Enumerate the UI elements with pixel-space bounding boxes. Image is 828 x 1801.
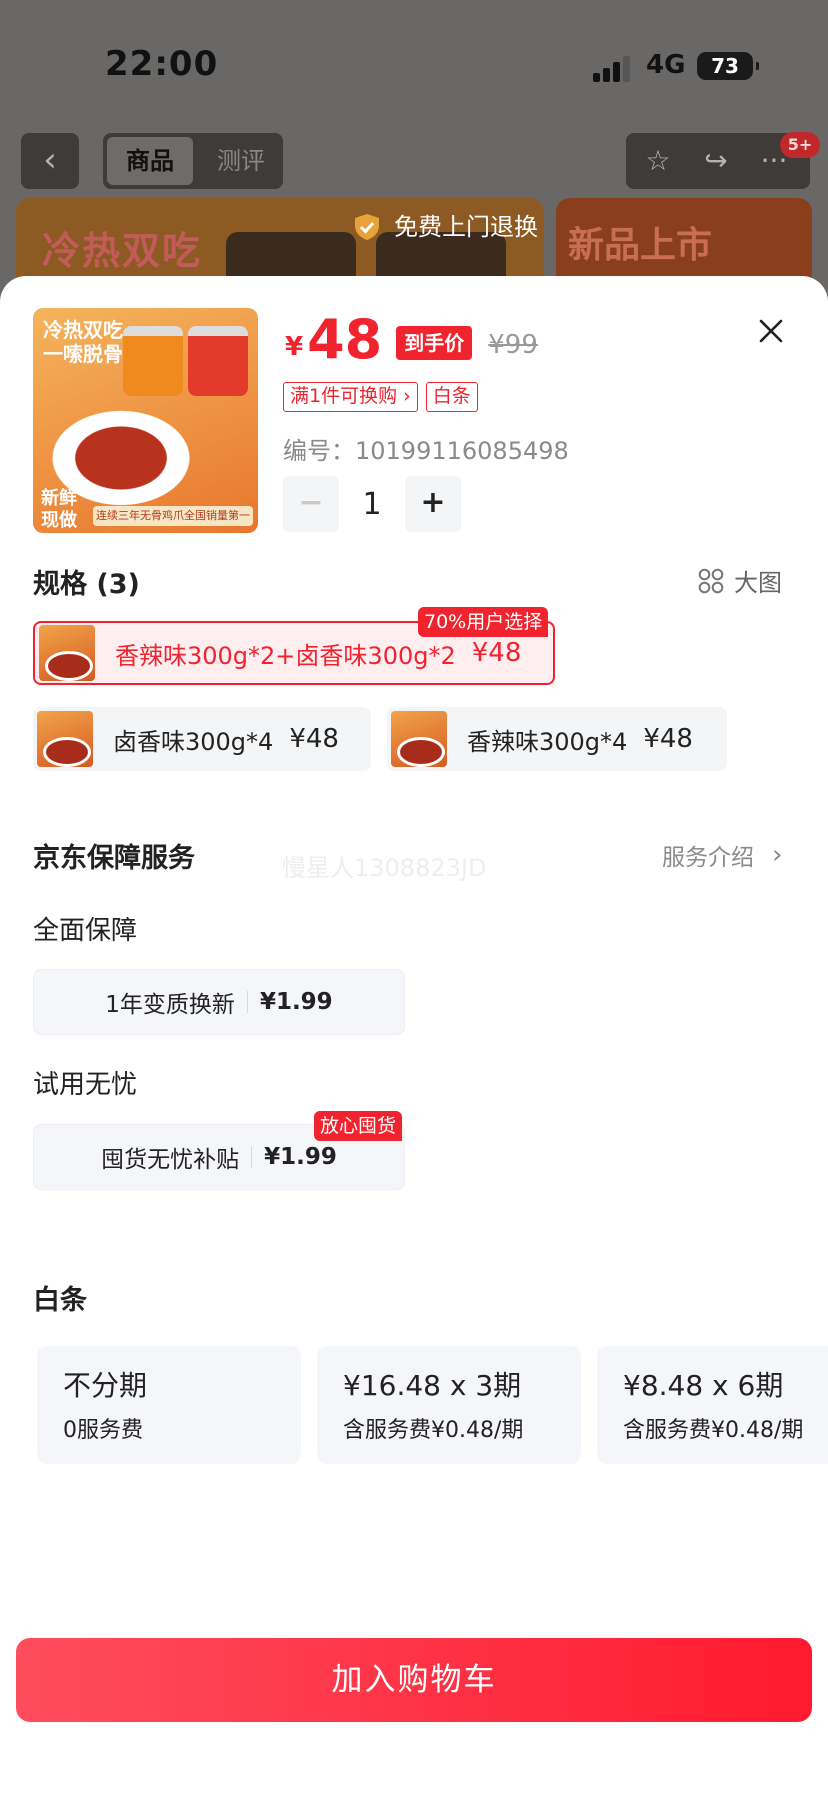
share-icon[interactable]: ↪ bbox=[696, 141, 736, 181]
service-price: ¥1.99 bbox=[259, 989, 333, 1015]
installment-fee: 0服务费 bbox=[63, 1418, 143, 1443]
original-price: ¥99 bbox=[488, 330, 538, 360]
battery-icon: 73 bbox=[697, 52, 759, 80]
star-icon[interactable]: ☆ bbox=[638, 141, 678, 181]
option-label: 卤香味300g*4 bbox=[113, 727, 274, 756]
sku-label: 编号： bbox=[283, 437, 355, 465]
increment-button[interactable]: + bbox=[405, 476, 461, 532]
installment-plan: 不分期 bbox=[63, 1369, 148, 1402]
divider bbox=[246, 991, 248, 1013]
screen: 22:00 4G 73 ‹ 商品 测评 ☆ ↪ ··· 5+ 冷热双吃 新品上市 bbox=[0, 0, 828, 1801]
price-row: ¥ 48 到手价 ¥99 bbox=[285, 308, 538, 368]
spec-option[interactable]: 卤香味300g*4 ¥48 bbox=[33, 707, 371, 771]
free-return-label: 免费上门退换 bbox=[394, 213, 538, 241]
spec-option[interactable]: 香辣味300g*4 ¥48 bbox=[387, 707, 727, 771]
service-price: ¥1.99 bbox=[264, 1144, 337, 1170]
option-price: ¥48 bbox=[643, 724, 693, 754]
promo-exchange[interactable]: 满1件可换购 › bbox=[283, 382, 418, 412]
service-intro-link[interactable]: 服务介绍 › bbox=[662, 838, 782, 872]
background-page: 22:00 4G 73 ‹ 商品 测评 ☆ ↪ ··· 5+ 冷热双吃 新品上市 bbox=[0, 0, 828, 320]
installment-fee: 含服务费¥0.48/期 bbox=[623, 1418, 804, 1443]
service-item: 囤货无忧补贴 bbox=[101, 1147, 240, 1173]
option-label: 香辣味300g*4 bbox=[467, 727, 628, 756]
spec-sheet: 冷热双吃 一嗦脱骨 新鲜 现做 连续三年无骨鸡爪全国销量第一 ¥ 48 到手价 ¥9… bbox=[0, 276, 828, 1801]
baitiao-title: 白条 bbox=[33, 1285, 87, 1316]
status-time: 22:00 bbox=[105, 44, 219, 84]
installment-fee: 含服务费¥0.48/期 bbox=[343, 1418, 524, 1443]
quantity-value[interactable]: 1 bbox=[339, 487, 405, 522]
close-icon[interactable] bbox=[756, 316, 786, 346]
big-image-label: 大图 bbox=[734, 569, 782, 597]
selected-badge: 70%用户选择 bbox=[418, 607, 549, 637]
option-price: ¥48 bbox=[289, 724, 339, 754]
option-thumbnail bbox=[391, 711, 447, 767]
message-badge: 5+ bbox=[780, 132, 820, 158]
shield-check-icon bbox=[355, 214, 379, 240]
product-image[interactable]: 冷热双吃 一嗦脱骨 新鲜 现做 连续三年无骨鸡爪全国销量第一 bbox=[33, 308, 258, 533]
service-item: 1年变质换新 bbox=[105, 992, 235, 1018]
price: 48 bbox=[307, 308, 383, 371]
service-badge: 放心囤货 bbox=[314, 1111, 403, 1141]
installment-option[interactable]: 不分期 0服务费 bbox=[37, 1346, 301, 1464]
service-card[interactable]: 1年变质换新 ¥1.99 bbox=[33, 969, 405, 1035]
sku-value: 10199116085498 bbox=[355, 437, 569, 465]
option-thumbnail bbox=[39, 625, 95, 681]
divider bbox=[251, 1146, 253, 1168]
watermark: 慢星人1308823JD bbox=[282, 854, 487, 882]
quantity-stepper: − 1 + bbox=[283, 476, 461, 532]
product-image-strip: 连续三年无骨鸡爪全国销量第一 bbox=[93, 506, 253, 526]
back-icon: ‹ bbox=[43, 140, 57, 180]
big-image-toggle[interactable]: 大图 bbox=[698, 563, 782, 598]
free-return-pill: 免费上门退换 bbox=[344, 204, 550, 250]
decrement-button[interactable]: − bbox=[283, 476, 339, 532]
service-title: 京东保障服务 bbox=[33, 843, 195, 874]
tab-product[interactable]: 商品 bbox=[107, 137, 193, 185]
status-bar: 22:00 4G 73 bbox=[0, 0, 828, 130]
option-price: ¥48 bbox=[471, 638, 522, 668]
installment-plan: ¥16.48 x 3期 bbox=[343, 1369, 522, 1402]
installment-option[interactable]: ¥8.48 x 6期 含服务费¥0.48/期 bbox=[597, 1346, 828, 1464]
service-group-title: 全面保障 bbox=[33, 916, 138, 946]
add-to-cart-button[interactable]: 加入购物车 bbox=[16, 1638, 812, 1722]
installment-option[interactable]: ¥16.48 x 3期 含服务费¥0.48/期 bbox=[317, 1346, 581, 1464]
promo-row: 满1件可换购 › 白条 bbox=[283, 382, 486, 412]
back-button[interactable]: ‹ bbox=[21, 133, 79, 189]
product-image-headline: 冷热双吃 一嗦脱骨 bbox=[43, 318, 123, 366]
currency-symbol: ¥ bbox=[285, 332, 304, 362]
sku-number: 编号：10199116085498 bbox=[283, 431, 569, 466]
product-jar bbox=[123, 326, 183, 396]
banner-left-title: 冷热双吃 bbox=[42, 229, 203, 273]
service-intro-label: 服务介绍 bbox=[662, 845, 754, 871]
grid-icon bbox=[698, 568, 724, 593]
installment-plan: ¥8.48 x 6期 bbox=[623, 1369, 784, 1402]
nav-tabs: 商品 测评 bbox=[103, 133, 283, 189]
network-type: 4G bbox=[646, 50, 686, 80]
spec-title: 规格 (3) bbox=[33, 569, 140, 600]
promo-baitiao[interactable]: 白条 bbox=[425, 382, 478, 412]
product-jar bbox=[188, 326, 248, 396]
chevron-right-icon: › bbox=[772, 840, 783, 870]
option-label: 香辣味300g*2+卤香味300g*2 bbox=[115, 641, 456, 670]
banner-right-title: 新品上市 bbox=[568, 225, 713, 266]
product-image-fresh: 新鲜 现做 bbox=[41, 488, 77, 531]
service-group-title: 试用无忧 bbox=[33, 1070, 138, 1100]
price-tag: 到手价 bbox=[396, 326, 473, 360]
signal-icon bbox=[593, 56, 633, 82]
option-thumbnail bbox=[37, 711, 93, 767]
tab-review[interactable]: 测评 bbox=[203, 137, 279, 185]
